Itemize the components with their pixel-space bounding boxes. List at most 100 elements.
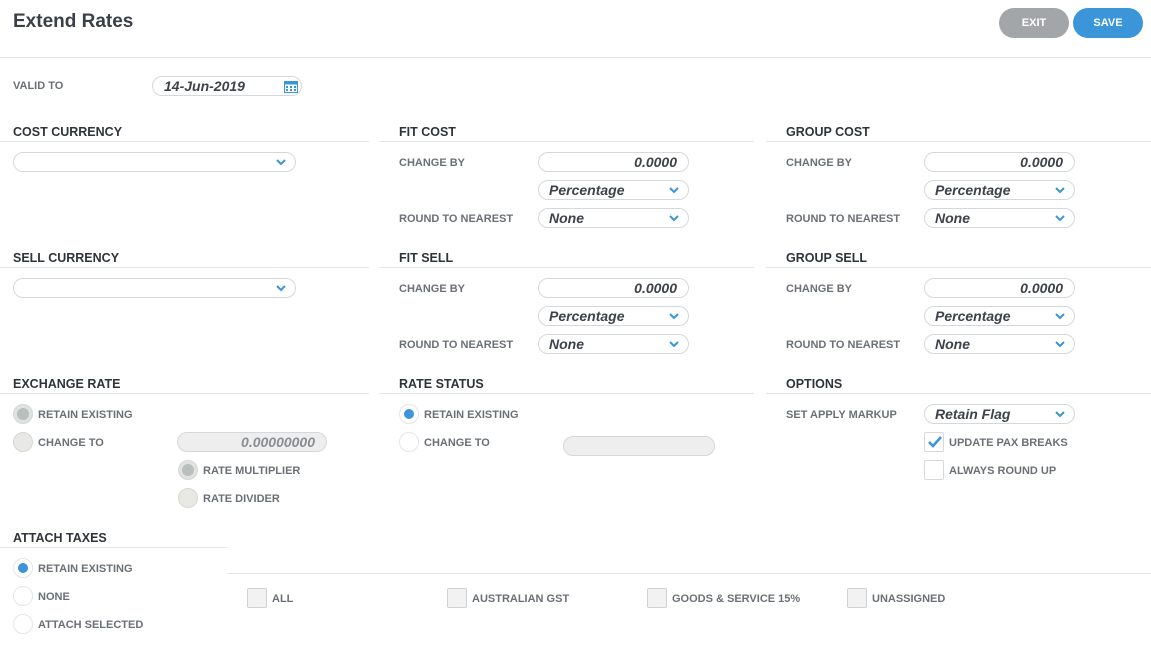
tax-goods-service-label: GOODS & SERVICE 15% — [672, 593, 801, 605]
exchange-retain-radio[interactable] — [13, 404, 33, 424]
rate-status-retain-radio[interactable] — [399, 404, 419, 424]
update-pax-breaks-label: UPDATE PAX BREAKS — [949, 437, 1068, 449]
exchange-rate-divider — [0, 393, 369, 394]
cost-currency-select[interactable] — [13, 152, 296, 172]
fit-sell-mode-select[interactable]: Percentage — [538, 306, 689, 326]
fit-cost-mode-value: Percentage — [549, 182, 625, 198]
group-cost-change-by-label: CHANGE BY — [786, 157, 853, 169]
group-cost-round-value: None — [935, 210, 970, 226]
apply-markup-label: SET APPLY MARKUP — [786, 409, 897, 421]
always-round-up-checkbox[interactable] — [924, 460, 944, 480]
tax-all-label: ALL — [272, 593, 294, 605]
rate-divider-radio[interactable] — [178, 488, 198, 508]
rate-status-retain-label: RETAIN EXISTING — [424, 409, 519, 421]
tax-all-checkbox[interactable] — [247, 588, 267, 608]
rate-status-change-radio[interactable] — [399, 432, 419, 452]
tax-unassigned-checkbox[interactable] — [847, 588, 867, 608]
chevron-down-icon — [1055, 187, 1065, 194]
group-sell-heading: GROUP SELL — [786, 251, 868, 265]
exchange-change-label: CHANGE TO — [38, 437, 104, 449]
update-pax-breaks-checkbox[interactable] — [924, 432, 944, 452]
group-sell-mode-select[interactable]: Percentage — [924, 306, 1075, 326]
taxes-selected-radio[interactable] — [13, 614, 33, 634]
options-heading: OPTIONS — [786, 377, 843, 391]
valid-to-label: VALID TO — [13, 80, 64, 92]
group-sell-change-by-input[interactable]: 0.0000 — [924, 278, 1075, 298]
apply-markup-select[interactable]: Retain Flag — [924, 404, 1075, 424]
fit-cost-mode-select[interactable]: Percentage — [538, 180, 689, 200]
taxes-row-divider — [227, 573, 1151, 574]
save-button[interactable]: SAVE — [1073, 8, 1143, 38]
sell-currency-divider — [0, 267, 369, 268]
fit-cost-round-value: None — [549, 210, 584, 226]
tax-goods-service-checkbox[interactable] — [647, 588, 667, 608]
group-cost-divider — [766, 141, 1151, 142]
exchange-rate-input[interactable]: 0.00000000 — [177, 432, 327, 452]
fit-cost-divider — [379, 141, 754, 142]
rate-multiplier-label: RATE MULTIPLIER — [203, 465, 301, 477]
apply-markup-value: Retain Flag — [935, 406, 1011, 422]
group-cost-mode-select[interactable]: Percentage — [924, 180, 1075, 200]
sell-currency-select[interactable] — [13, 278, 296, 298]
fit-cost-change-by-label: CHANGE BY — [399, 157, 466, 169]
fit-sell-round-value: None — [549, 336, 584, 352]
fit-sell-round-select[interactable]: None — [538, 334, 689, 354]
valid-to-value: 14-Jun-2019 — [164, 78, 245, 94]
tax-australian-gst-checkbox[interactable] — [447, 588, 467, 608]
fit-sell-round-label: ROUND TO NEAREST — [399, 339, 514, 351]
chevron-down-icon — [1055, 313, 1065, 320]
fit-cost-round-select[interactable]: None — [538, 208, 689, 228]
group-cost-round-label: ROUND TO NEAREST — [786, 213, 901, 225]
tax-unassigned-label: UNASSIGNED — [872, 593, 946, 605]
tax-australian-gst-label: AUSTRALIAN GST — [472, 593, 570, 605]
fit-sell-divider — [379, 267, 754, 268]
group-sell-round-select[interactable]: None — [924, 334, 1075, 354]
group-cost-change-by-input[interactable]: 0.0000 — [924, 152, 1075, 172]
group-sell-round-value: None — [935, 336, 970, 352]
group-sell-round-label: ROUND TO NEAREST — [786, 339, 901, 351]
fit-sell-heading: FIT SELL — [399, 251, 454, 265]
exchange-rate-heading: EXCHANGE RATE — [13, 377, 121, 391]
fit-cost-round-label: ROUND TO NEAREST — [399, 213, 514, 225]
group-cost-heading: GROUP COST — [786, 125, 870, 139]
group-cost-round-select[interactable]: None — [924, 208, 1075, 228]
taxes-none-radio[interactable] — [13, 586, 33, 606]
exchange-retain-label: RETAIN EXISTING — [38, 409, 133, 421]
group-sell-mode-value: Percentage — [935, 308, 1011, 324]
rate-status-change-select[interactable] — [563, 436, 715, 456]
rate-status-heading: RATE STATUS — [399, 377, 484, 391]
rate-status-change-label: CHANGE TO — [424, 437, 490, 449]
rate-multiplier-radio[interactable] — [178, 460, 198, 480]
calendar-icon[interactable] — [284, 80, 298, 93]
exchange-change-radio[interactable] — [13, 432, 33, 452]
rate-status-divider — [379, 393, 754, 394]
always-round-up-label: ALWAYS ROUND UP — [949, 465, 1057, 477]
chevron-down-icon — [669, 215, 679, 222]
fit-sell-change-by-input[interactable]: 0.0000 — [538, 278, 689, 298]
attach-taxes-heading: ATTACH TAXES — [13, 531, 107, 545]
fit-cost-change-by-input[interactable]: 0.0000 — [538, 152, 689, 172]
taxes-retain-radio[interactable] — [13, 558, 33, 578]
group-sell-divider — [766, 267, 1151, 268]
group-cost-mode-value: Percentage — [935, 182, 1011, 198]
cost-currency-divider — [0, 141, 369, 142]
exit-button[interactable]: EXIT — [999, 8, 1069, 38]
chevron-down-icon — [276, 285, 286, 292]
chevron-down-icon — [276, 159, 286, 166]
fit-sell-mode-value: Percentage — [549, 308, 625, 324]
chevron-down-icon — [1055, 215, 1065, 222]
group-sell-change-by-label: CHANGE BY — [786, 283, 853, 295]
chevron-down-icon — [669, 313, 679, 320]
rate-divider-label: RATE DIVIDER — [203, 493, 280, 505]
chevron-down-icon — [669, 187, 679, 194]
chevron-down-icon — [1055, 411, 1065, 418]
taxes-selected-label: ATTACH SELECTED — [38, 619, 144, 631]
valid-to-date-input[interactable]: 14-Jun-2019 — [152, 76, 302, 96]
page-title: Extend Rates — [13, 11, 134, 32]
header-divider — [0, 57, 1151, 58]
chevron-down-icon — [1055, 341, 1065, 348]
taxes-retain-label: RETAIN EXISTING — [38, 563, 133, 575]
options-divider — [766, 393, 1151, 394]
sell-currency-heading: SELL CURRENCY — [13, 251, 120, 265]
taxes-none-label: NONE — [38, 591, 70, 603]
